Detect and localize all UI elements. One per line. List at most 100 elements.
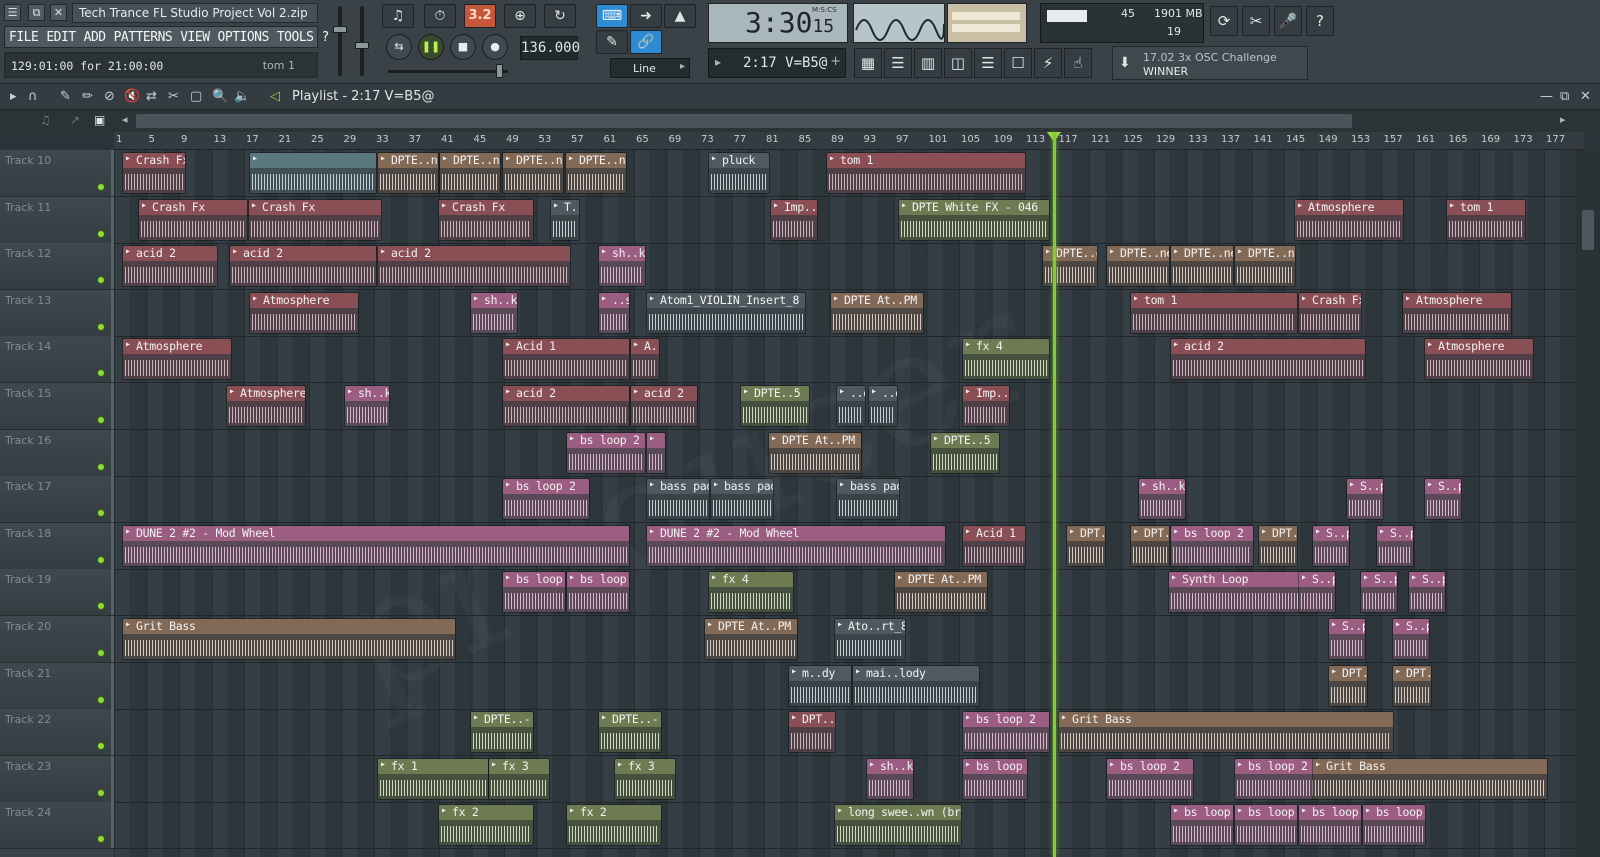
playlist-clip[interactable]: acid 2	[1170, 338, 1366, 380]
song-position-display[interactable]: ▸ 2:17 V=B5@ +	[708, 48, 846, 78]
stop-button[interactable]: ■	[450, 34, 476, 60]
draw-icon[interactable]: ✎	[596, 30, 628, 54]
typing-keyboard-icon[interactable]: ⌨	[596, 4, 628, 28]
track-enable-led[interactable]	[97, 835, 105, 843]
track-header[interactable]: Track 15	[0, 383, 114, 430]
track-lane[interactable]: bs loop 2 DPTE At..PM - E DPTE..5 - E	[114, 430, 1576, 477]
playlist-clip[interactable]: DPTE..ne	[502, 152, 564, 194]
track-enable-led[interactable]	[97, 183, 105, 191]
playlist-clip[interactable]: sh..k)	[866, 758, 914, 800]
delete-icon[interactable]: ⊘	[104, 89, 115, 104]
touch-controller-icon[interactable]: ☝	[1064, 48, 1092, 78]
speaker-icon[interactable]: 🔈	[234, 89, 250, 104]
playlist-clip[interactable]: Atmosphere	[249, 292, 359, 334]
track-lane[interactable]: acid 2acid 2acid 2sh..k)DPTE..eDPTE..neD…	[114, 243, 1576, 290]
loop-record-icon[interactable]: ↻	[544, 4, 576, 28]
project-info-icon[interactable]: ☐	[1004, 48, 1032, 78]
menu-patterns[interactable]: PATTERNS	[110, 30, 177, 45]
playlist-clip[interactable]: DPTE At..PM - E	[768, 432, 862, 474]
playlist-clip[interactable]: sh..k)	[470, 292, 518, 334]
playlist-clip[interactable]: S..p	[1392, 618, 1430, 660]
countdown-button[interactable]: 3.2	[464, 4, 496, 28]
playlist-clip[interactable]: bs loop 1	[566, 571, 630, 613]
playlist-clip[interactable]: acid 2	[122, 245, 218, 287]
horizontal-scrollbar[interactable]	[136, 114, 1352, 128]
track-enable-led[interactable]	[97, 230, 105, 238]
playlist-clip[interactable]: DPTE..ne	[565, 152, 627, 194]
mixer-icon[interactable]: ☰	[974, 48, 1002, 78]
playlist-clip[interactable]: bs loop 1	[502, 571, 566, 613]
playlist-clip[interactable]: bs loop 1	[1234, 804, 1298, 846]
playlist-clip[interactable]: DPT..	[1258, 525, 1298, 567]
playlist-clip[interactable]: m..dy	[788, 665, 852, 707]
track-enable-led[interactable]	[97, 742, 105, 750]
track-header[interactable]: Track 10	[0, 150, 114, 197]
track-lane[interactable]: Atmosphere sh..k) acid 2acid 2 DPTE..5 - E.…	[114, 383, 1576, 430]
playlist-clip[interactable]: tom 1	[826, 152, 1026, 194]
master-volume-slider[interactable]	[333, 6, 347, 76]
playlist-clip[interactable]: tom 1	[1446, 199, 1526, 241]
tempo-display[interactable]: 136.000	[520, 36, 580, 60]
playlist-clip[interactable]: pluck	[708, 152, 770, 194]
playlist-clip[interactable]	[646, 432, 666, 474]
playlist-clip[interactable]: T..	[550, 199, 580, 241]
restore-icon[interactable]: ⧉	[28, 4, 45, 21]
microphone-icon[interactable]: 🎤	[1274, 6, 1302, 36]
playlist-clip[interactable]: Atmosphere	[122, 338, 232, 380]
playlist-clip[interactable]: bs loop 2	[1234, 758, 1318, 800]
note-icon[interactable]: ♫	[40, 113, 51, 127]
cut-icon[interactable]: ✂	[1242, 6, 1270, 36]
playlist-clip[interactable]: DPTE..- E	[470, 711, 534, 753]
channel-rack-icon[interactable]: ☰	[884, 48, 912, 78]
track-enable-led[interactable]	[97, 602, 105, 610]
playlist-clip[interactable]: DPT..1	[788, 711, 836, 753]
brush-icon[interactable]: ✏	[82, 89, 93, 104]
playlist-clip[interactable]: DPTE White FX - 046	[898, 199, 1050, 241]
playlist-clip[interactable]: Crash Fx	[1298, 292, 1362, 334]
playlist-clip[interactable]: Ato..rt_8	[834, 618, 906, 660]
menu-file[interactable]: FILE	[5, 30, 42, 45]
playlist-clip[interactable]: ..s	[598, 292, 630, 334]
playlist-clip[interactable]: DPTE..ne	[1170, 245, 1234, 287]
playlist-clip[interactable]: bs loop 2	[566, 432, 646, 474]
track-header[interactable]: Track 18	[0, 523, 114, 570]
playlist-clip[interactable]: S..p	[1312, 525, 1350, 567]
pencil-icon[interactable]: ✎	[60, 89, 71, 104]
playlist-clip[interactable]: S..p	[1408, 571, 1446, 613]
playlist-clip[interactable]: DPTE..5 - E	[740, 385, 810, 427]
track-header[interactable]: Track 20	[0, 616, 114, 663]
track-lane[interactable]: DPTE..- E DPTE..- E DPT..1 bs loop 2 Grit Ba…	[114, 709, 1576, 756]
playlist-clip[interactable]: Imp..	[962, 385, 1010, 427]
playlist-clip[interactable]: bs loop 2	[1170, 525, 1254, 567]
vertical-scroll-thumb[interactable]	[1582, 210, 1594, 250]
track-header[interactable]: Track 11	[0, 197, 114, 244]
track-header[interactable]: Track 24	[0, 802, 114, 849]
zoom-icon[interactable]: 🔍	[212, 89, 228, 104]
playlist-clip[interactable]: Atmosphere	[1294, 199, 1404, 241]
link-icon[interactable]: 🔗	[630, 30, 662, 54]
playlist-clip[interactable]: bass pad	[710, 478, 774, 520]
slip-icon[interactable]: ⇄	[146, 89, 157, 104]
blend-notes-icon[interactable]: ⊕	[504, 4, 536, 28]
playlist-clip[interactable]: fx 3	[488, 758, 550, 800]
playlist-clip[interactable]: sh..k)	[344, 385, 390, 427]
playlist-clip[interactable]	[249, 152, 377, 194]
piano-roll-icon[interactable]: ▥	[914, 48, 942, 78]
track-header[interactable]: Track 13	[0, 290, 114, 337]
playlist-clip[interactable]: tom 1	[1130, 292, 1298, 334]
playlist-clip[interactable]: S..p	[1346, 478, 1384, 520]
playlist-clip[interactable]: acid 2	[229, 245, 377, 287]
play-pause-button[interactable]: ❚❚	[418, 34, 444, 60]
track-enable-led[interactable]	[97, 463, 105, 471]
volume-icon[interactable]: ◁	[270, 89, 280, 104]
track-header[interactable]: Track 16	[0, 430, 114, 477]
menu-options[interactable]: OPTIONS	[214, 30, 273, 45]
playlist-clip[interactable]: bass pad	[836, 478, 900, 520]
track-enable-led[interactable]	[97, 323, 105, 331]
menu-icon[interactable]: ☰	[4, 4, 21, 21]
playlist-clip[interactable]: Atmosphere	[1424, 338, 1534, 380]
piano-icon[interactable]: ▣	[94, 113, 105, 127]
menu-add[interactable]: ADD	[80, 30, 110, 45]
step-edit-icon[interactable]: ➜	[630, 4, 662, 28]
playlist-clip[interactable]: S..p	[1376, 525, 1414, 567]
